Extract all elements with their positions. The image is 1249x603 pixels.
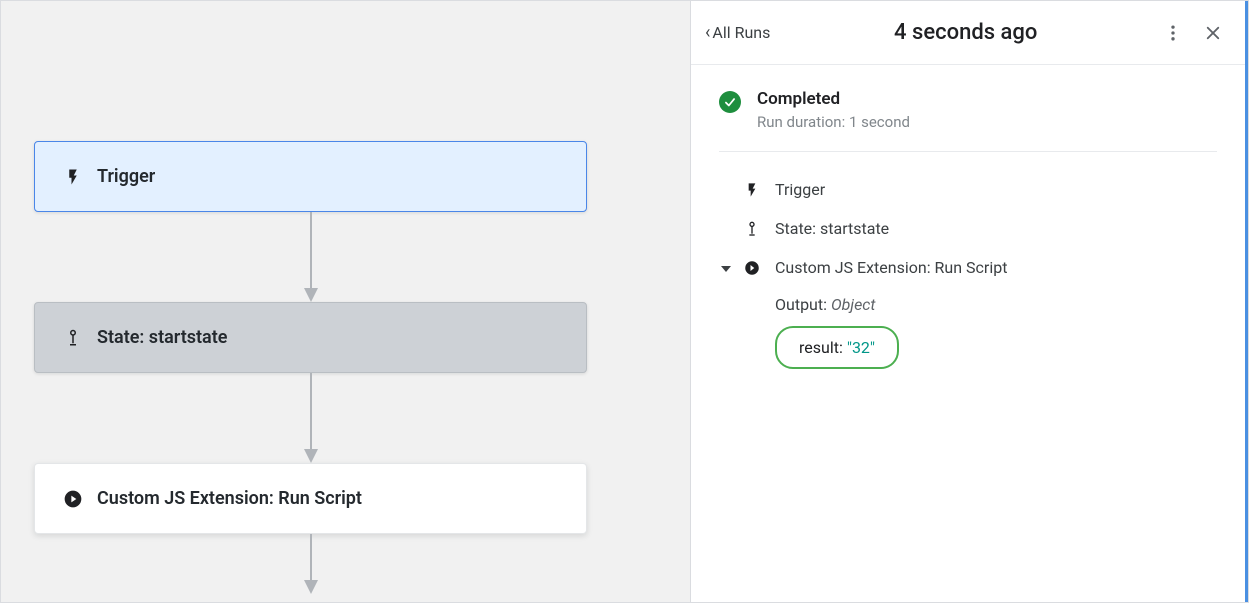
run-details-panel: ‹ All Runs 4 seconds ago Completed <box>691 1 1248 602</box>
state-icon <box>63 328 83 348</box>
run-step-label: State: startstate <box>775 219 889 238</box>
run-step-script[interactable]: Custom JS Extension: Run Script <box>719 248 1217 287</box>
connector <box>34 534 587 594</box>
output-block: Output: Object result: "32" <box>719 287 1217 369</box>
run-step-state[interactable]: State: startstate <box>719 209 1217 248</box>
status-title: Completed <box>757 89 910 109</box>
run-step-trigger[interactable]: Trigger <box>719 170 1217 209</box>
back-all-runs[interactable]: ‹ All Runs <box>705 23 770 42</box>
run-step-label: Trigger <box>775 180 825 199</box>
node-run-script[interactable]: Custom JS Extension: Run Script <box>34 463 587 534</box>
output-label: Output: <box>775 295 831 314</box>
node-label: Custom JS Extension: Run Script <box>97 488 362 509</box>
bolt-icon <box>63 167 83 187</box>
workflow-canvas[interactable]: Trigger State: startstate <box>1 1 691 602</box>
run-status: Completed Run duration: 1 second <box>719 89 1217 152</box>
status-subtitle: Run duration: 1 second <box>757 113 910 131</box>
run-step-label: Custom JS Extension: Run Script <box>775 258 1007 277</box>
state-icon <box>743 220 761 238</box>
node-state[interactable]: State: startstate <box>34 302 587 373</box>
node-label: State: startstate <box>97 327 227 348</box>
result-key: result: <box>799 338 847 357</box>
back-label: All Runs <box>712 23 770 42</box>
connector <box>34 212 587 302</box>
result-value: "32" <box>847 338 875 357</box>
panel-header: ‹ All Runs 4 seconds ago <box>691 1 1245 65</box>
result-pill: result: "32" <box>775 326 899 369</box>
check-circle-icon <box>719 91 741 113</box>
output-type: Object <box>831 295 876 314</box>
play-circle-icon <box>743 259 761 277</box>
more-menu-icon[interactable] <box>1161 21 1185 45</box>
node-label: Trigger <box>97 166 155 187</box>
connector <box>34 373 587 463</box>
play-circle-icon <box>63 489 83 509</box>
chevron-left-icon: ‹ <box>705 24 710 42</box>
panel-title: 4 seconds ago <box>770 20 1161 45</box>
node-trigger[interactable]: Trigger <box>34 141 587 212</box>
close-icon[interactable] <box>1201 21 1225 45</box>
bolt-icon <box>743 181 761 199</box>
